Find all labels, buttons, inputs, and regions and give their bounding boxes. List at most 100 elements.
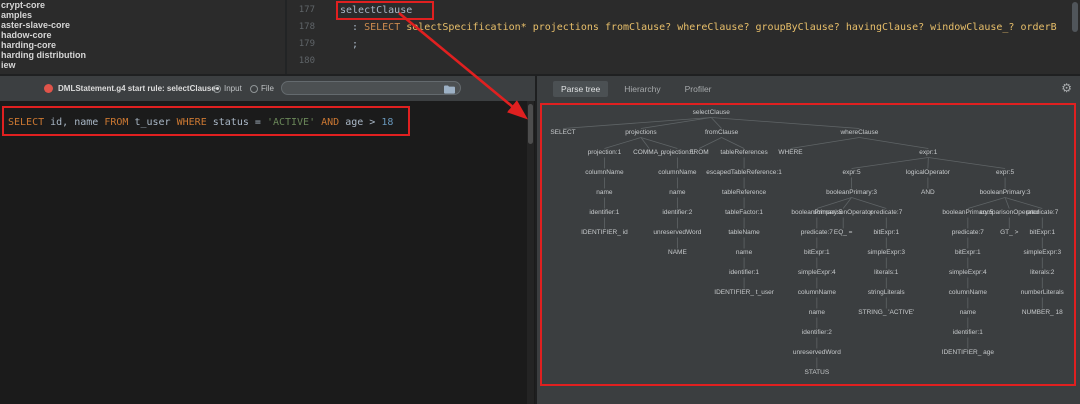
- parse-tree-node[interactable]: unreservedWord: [653, 229, 701, 237]
- parse-tree-canvas: selectClause SELECT projections projection:…: [537, 101, 1080, 404]
- parse-tree-node[interactable]: WHERE: [778, 149, 802, 157]
- preview-scrollbar-thumb[interactable]: [528, 104, 533, 144]
- parse-tree-node[interactable]: NAME: [668, 249, 687, 257]
- project-tree-item[interactable]: amples: [0, 10, 285, 20]
- parse-tree-node[interactable]: name: [669, 189, 685, 197]
- parse-tree-node[interactable]: FROM: [690, 149, 709, 157]
- text-segment: ;: [340, 39, 359, 50]
- parse-tree-node[interactable]: expr:5: [843, 169, 861, 177]
- parse-tree-node[interactable]: expr:1: [919, 149, 937, 157]
- parse-tree-node[interactable]: identifier:2: [662, 209, 692, 217]
- parse-tree-node[interactable]: unreservedWord: [793, 349, 841, 357]
- parse-tree-node[interactable]: EQ_ =: [834, 229, 853, 237]
- parse-tree-node[interactable]: tableName: [728, 229, 759, 237]
- parse-tree-node[interactable]: NUMBER_ 18: [1022, 309, 1063, 317]
- project-tree-item[interactable]: crypt-core: [0, 0, 285, 10]
- tab-profiler[interactable]: Profiler: [677, 81, 720, 97]
- parse-tree-node[interactable]: literals:2: [1030, 269, 1054, 277]
- parse-tree-node[interactable]: literals:1: [874, 269, 898, 277]
- parse-tree-node[interactable]: bitExpr:1: [1029, 229, 1055, 237]
- project-tree-item[interactable]: aster-slave-core: [0, 20, 285, 30]
- editor-line[interactable]: 177 selectClause: [287, 2, 1080, 19]
- tab-hierarchy[interactable]: Hierarchy: [616, 81, 668, 97]
- radio-input-dot[interactable]: [213, 84, 221, 93]
- parse-tree-node[interactable]: predicate:7: [801, 229, 833, 237]
- parse-tree-node[interactable]: STRING_ 'ACTIVE': [858, 309, 914, 317]
- parse-tree-node[interactable]: identifier:1: [953, 329, 983, 337]
- parse-tree-node[interactable]: identifier:1: [729, 269, 759, 277]
- parse-tree-node[interactable]: whereClause: [840, 129, 878, 137]
- parse-tree-node[interactable]: simpleExpr:3: [867, 249, 905, 257]
- settings-gear-icon[interactable]: ⚙: [1061, 78, 1072, 98]
- parse-tree-node[interactable]: escapedTableReference:1: [706, 169, 782, 177]
- grammar-editor[interactable]: 177 selectClause 178 : SELECT selectSpecif…: [287, 2, 1080, 74]
- parse-tree-node[interactable]: fromClause: [705, 129, 738, 137]
- parse-tree-node[interactable]: tableReference: [722, 189, 766, 197]
- editor-line[interactable]: 180: [287, 53, 1080, 70]
- parse-tree-node[interactable]: projection:1: [588, 149, 622, 157]
- sql-input-line[interactable]: SELECT id, name FROM t_user WHERE status…: [8, 117, 393, 128]
- editor-scrollbar[interactable]: [1072, 2, 1078, 32]
- preview-input-area[interactable]: SELECT id, name FROM t_user WHERE status…: [0, 101, 535, 404]
- parse-tree-node[interactable]: bitExpr:1: [955, 249, 981, 257]
- parse-tree-node[interactable]: name: [960, 309, 976, 317]
- parse-tree-node[interactable]: tableReferences: [720, 149, 767, 157]
- radio-file[interactable]: File: [250, 84, 274, 93]
- editor-line[interactable]: 179 ;: [287, 36, 1080, 53]
- preview-scrollbar[interactable]: [527, 101, 534, 404]
- parse-tree-node[interactable]: predicate:7: [870, 209, 902, 217]
- parse-tree-node[interactable]: identifier:2: [802, 329, 832, 337]
- text-segment: :: [340, 22, 365, 33]
- parse-tree-node[interactable]: AND: [921, 189, 935, 197]
- parse-tree-node[interactable]: simpleExpr:4: [798, 269, 836, 277]
- text-segment: AND: [321, 117, 340, 128]
- parse-tree-node[interactable]: name: [596, 189, 612, 197]
- parse-tree-node[interactable]: simpleExpr:3: [1023, 249, 1061, 257]
- parse-tree-node[interactable]: tableFactor:1: [725, 209, 763, 217]
- project-tree-item[interactable]: harding-core: [0, 40, 285, 50]
- parse-tree-node[interactable]: predicate:7: [1026, 209, 1058, 217]
- parse-tree-node[interactable]: IDENTIFIER_ id: [581, 229, 628, 237]
- parse-tree-node[interactable]: bitExpr:1: [804, 249, 830, 257]
- parse-tree-panel: Parse tree Hierarchy Profiler ⚙ selectClau…: [537, 76, 1080, 404]
- parse-tree-node[interactable]: columnName: [658, 169, 696, 177]
- file-chooser-field[interactable]: [281, 81, 461, 95]
- parse-tree-node[interactable]: booleanPrimary:3: [980, 189, 1031, 197]
- project-tree-item[interactable]: harding distribution: [0, 50, 285, 60]
- parse-tree-node[interactable]: identifier:1: [589, 209, 619, 217]
- text-segment: SELECT: [364, 22, 401, 33]
- preview-title: DMLStatement.g4 start rule: selectClause: [58, 84, 216, 93]
- parse-tree-node[interactable]: expr:5: [996, 169, 1014, 177]
- parse-tree-node[interactable]: SELECT: [550, 129, 575, 137]
- radio-input[interactable]: Input: [213, 84, 242, 93]
- parse-tree-node[interactable]: GT_ >: [1000, 229, 1018, 237]
- parse-tree-node[interactable]: bitExpr:1: [873, 229, 899, 237]
- parse-tree-node[interactable]: selectClause: [693, 109, 730, 117]
- text-segment: groupByClause?: [755, 22, 840, 33]
- parse-tree-node[interactable]: name: [736, 249, 752, 257]
- parse-tree-node[interactable]: projections: [625, 129, 656, 137]
- editor-line[interactable]: 178 : SELECT selectSpecification* projec…: [287, 19, 1080, 36]
- parse-tree-node[interactable]: IDENTIFIER_ t_user: [714, 289, 774, 297]
- parse-tree-node[interactable]: columnName: [585, 169, 623, 177]
- parse-tree-node[interactable]: stringLiterals: [868, 289, 905, 297]
- text-segment: projections: [532, 22, 599, 33]
- radio-file-dot[interactable]: [250, 84, 258, 93]
- text-segment: orderB: [1020, 22, 1057, 33]
- project-tree-item[interactable]: hadow-core: [0, 30, 285, 40]
- project-tree-item[interactable]: iew: [0, 60, 285, 70]
- parse-tree-node[interactable]: numberLiterals: [1021, 289, 1064, 297]
- text-segment: selectClause: [340, 5, 413, 16]
- folder-icon[interactable]: [444, 85, 455, 94]
- tab-parse-tree[interactable]: Parse tree: [553, 80, 609, 97]
- parse-tree-node[interactable]: logicalOperator: [906, 169, 950, 177]
- parse-tree-node[interactable]: name: [809, 309, 825, 317]
- parse-tree-node[interactable]: IDENTIFIER_ age: [942, 349, 994, 357]
- parse-tree-node[interactable]: columnName: [949, 289, 987, 297]
- parse-tree-node[interactable]: booleanPrimary:3: [826, 189, 877, 197]
- parse-tree-node[interactable]: simpleExpr:4: [949, 269, 987, 277]
- parse-tree-node[interactable]: predicate:7: [952, 229, 984, 237]
- parse-tree-node[interactable]: columnName: [798, 289, 836, 297]
- parse-tree-node[interactable]: comparisonOperator: [814, 209, 873, 217]
- parse-tree-node[interactable]: STATUS: [805, 369, 830, 377]
